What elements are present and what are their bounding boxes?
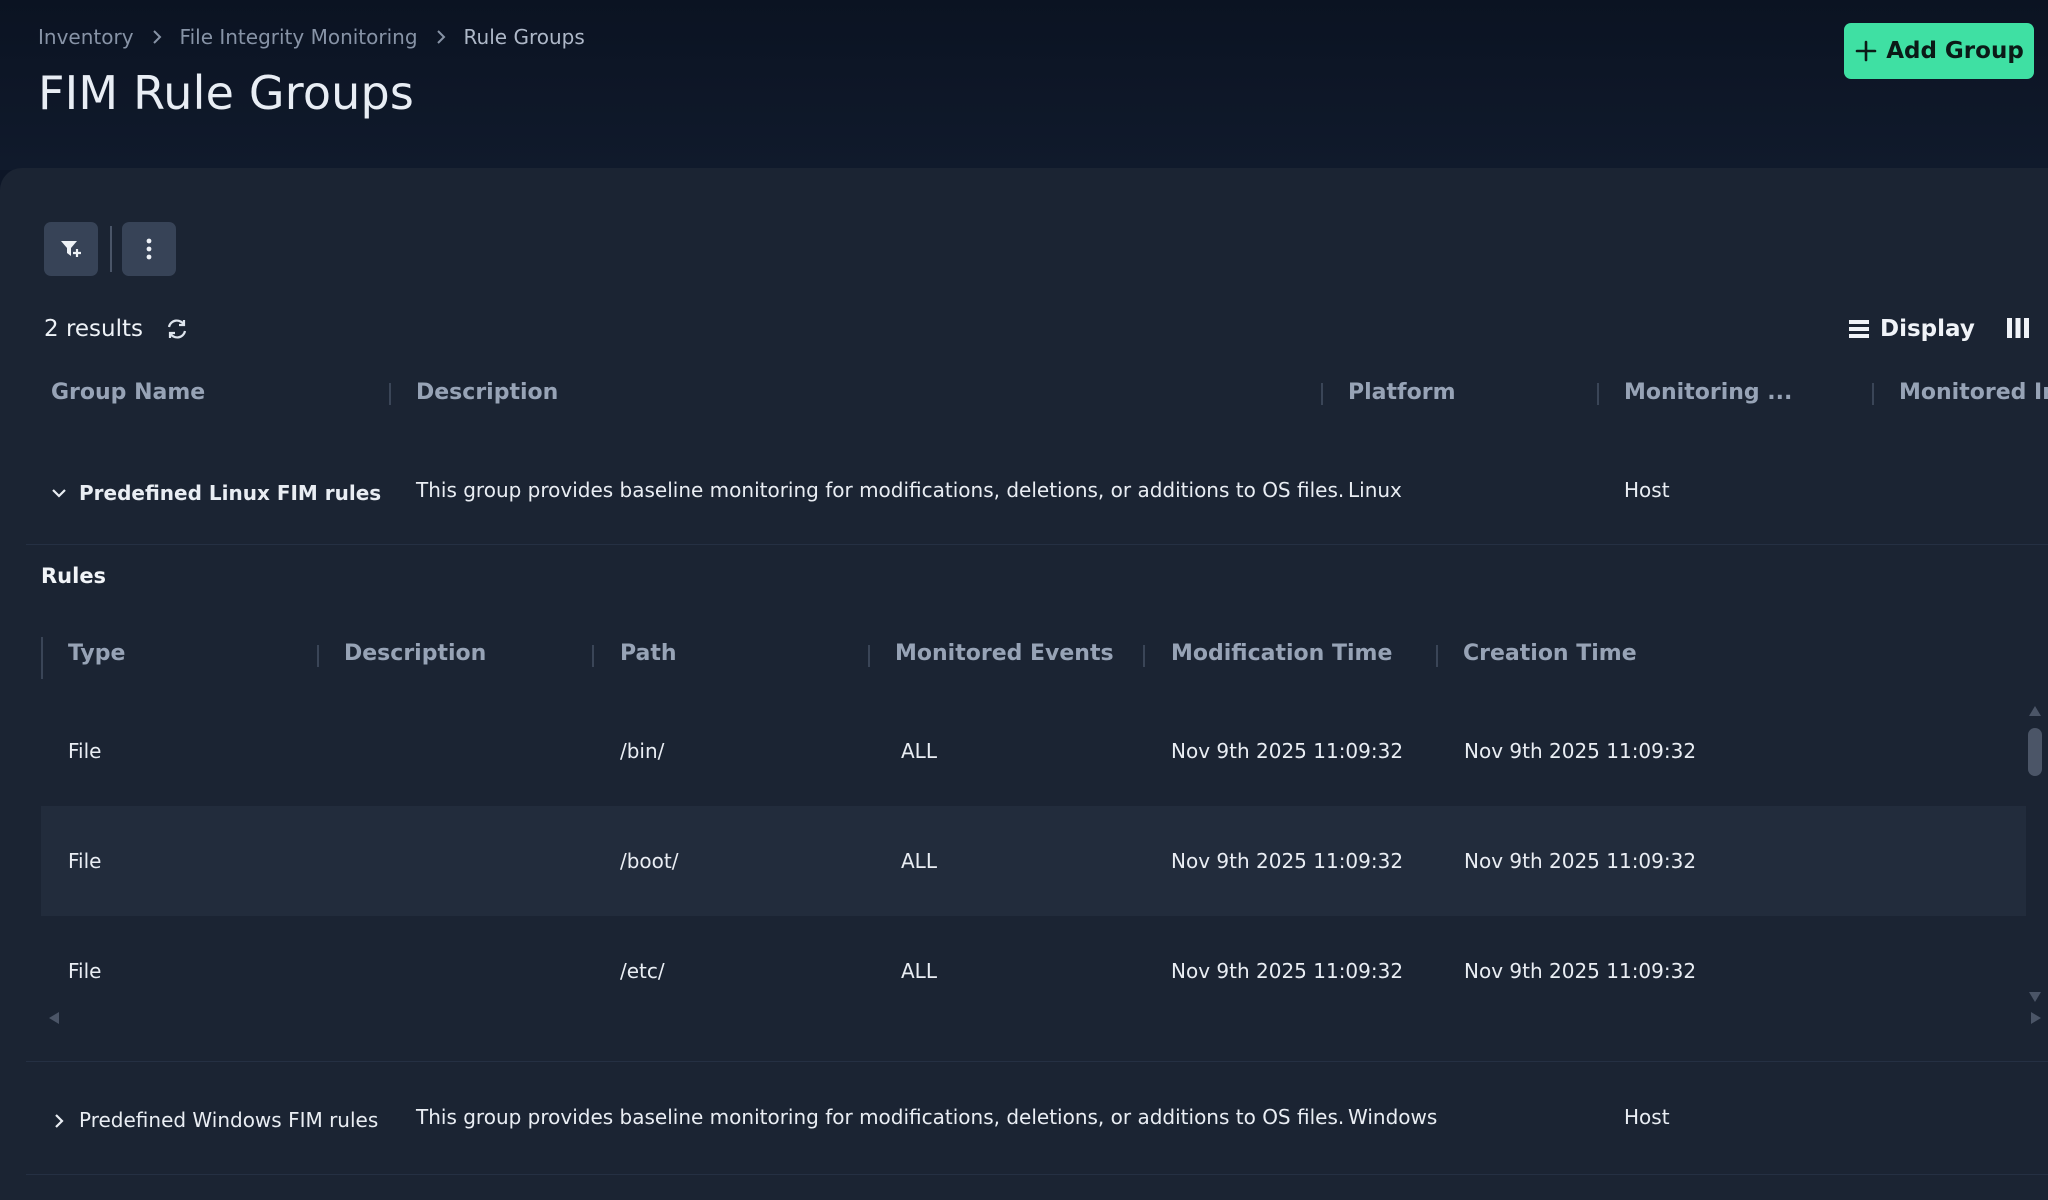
rule-modified: Nov 9th 2025 11:09:32 <box>1171 959 1404 983</box>
col-rule-description[interactable]: Description <box>344 641 486 666</box>
col-creation-time[interactable]: Creation Time <box>1463 641 1637 666</box>
breadcrumb: Inventory File Integrity Monitoring Rule… <box>38 24 585 50</box>
filter-button[interactable] <box>44 222 98 276</box>
col-path[interactable]: Path <box>620 641 677 666</box>
rule-events: ALL <box>901 849 937 873</box>
col-modification-time[interactable]: Modification Time <box>1171 641 1392 666</box>
header: Inventory File Integrity Monitoring Rule… <box>0 0 2048 170</box>
col-type[interactable]: Type <box>68 641 125 666</box>
col-monitored-events[interactable]: Monitored Events <box>895 641 1114 666</box>
group-monitoring: Host <box>1624 478 1670 502</box>
breadcrumb-rule-groups: Rule Groups <box>463 25 585 49</box>
chevron-right-icon <box>436 29 446 45</box>
scroll-left-icon[interactable] <box>48 1010 60 1029</box>
col-monitoring[interactable]: Monitoring ... <box>1624 380 1792 405</box>
group-description: This group provides baseline monitoring … <box>416 1105 1345 1129</box>
column-resize-handle[interactable] <box>41 637 43 679</box>
page-title: FIM Rule Groups <box>38 66 415 120</box>
col-description[interactable]: Description <box>416 380 558 405</box>
column-resize-handle[interactable] <box>317 645 319 667</box>
column-resize-handle[interactable] <box>389 383 391 405</box>
display-label: Display <box>1880 316 1975 342</box>
row-divider <box>26 1061 2048 1062</box>
rule-modified: Nov 9th 2025 11:09:32 <box>1171 739 1404 763</box>
refresh-icon[interactable] <box>165 317 189 341</box>
chevron-right-icon <box>152 29 162 45</box>
group-description: This group provides baseline monitoring … <box>416 478 1345 502</box>
rule-path: /bin/ <box>620 739 665 763</box>
column-resize-handle[interactable] <box>1321 383 1323 405</box>
table-row[interactable]: File /etc/ ALL Nov 9th 2025 11:09:32 Nov… <box>41 916 2026 996</box>
breadcrumb-fim[interactable]: File Integrity Monitoring <box>180 25 418 49</box>
scroll-down-icon[interactable] <box>2028 988 2042 1007</box>
results-count: 2 results <box>44 316 143 342</box>
filter-plus-icon <box>61 241 81 257</box>
table-row[interactable]: File /boot/ ALL Nov 9th 2025 11:09:32 No… <box>41 806 2026 916</box>
chevron-right-icon[interactable] <box>52 1112 66 1130</box>
column-resize-handle[interactable] <box>1143 645 1145 667</box>
toolbar-divider <box>110 226 112 272</box>
scroll-up-icon[interactable] <box>2028 702 2042 721</box>
add-group-label: Add Group <box>1886 38 2024 64</box>
add-group-button[interactable]: Add Group <box>1844 23 2034 79</box>
more-vertical-icon <box>146 238 152 260</box>
column-resize-handle[interactable] <box>1597 383 1599 405</box>
rule-events: ALL <box>901 959 937 983</box>
chevron-down-icon[interactable] <box>50 486 68 500</box>
col-platform[interactable]: Platform <box>1348 380 1456 405</box>
group-monitoring: Host <box>1624 1105 1670 1129</box>
plus-icon <box>1855 40 1877 62</box>
table-row[interactable]: File /bin/ ALL Nov 9th 2025 11:09:32 Nov… <box>41 696 2026 806</box>
rule-created: Nov 9th 2025 11:09:32 <box>1464 739 1697 763</box>
column-resize-handle[interactable] <box>1872 383 1874 405</box>
breadcrumb-inventory[interactable]: Inventory <box>38 25 134 49</box>
content-panel <box>0 168 2048 1200</box>
results-bar: 2 results <box>44 314 189 344</box>
columns-icon[interactable] <box>2006 316 2030 344</box>
rule-path: /etc/ <box>620 959 665 983</box>
list-icon <box>1849 320 1869 338</box>
rule-type: File <box>68 739 102 763</box>
rule-created: Nov 9th 2025 11:09:32 <box>1464 959 1697 983</box>
rule-created: Nov 9th 2025 11:09:32 <box>1464 849 1697 873</box>
group-name[interactable]: Predefined Windows FIM rules <box>79 1108 378 1132</box>
group-name[interactable]: Predefined Linux FIM rules <box>79 481 381 505</box>
rule-type: File <box>68 849 102 873</box>
scroll-right-icon[interactable] <box>2030 1010 2042 1029</box>
display-button[interactable]: Display <box>1848 312 1975 346</box>
col-monitored-images[interactable]: Monitored Im <box>1899 380 2048 405</box>
column-resize-handle[interactable] <box>592 645 594 667</box>
vertical-scrollbar-thumb[interactable] <box>2028 728 2042 776</box>
group-platform: Windows <box>1348 1105 1438 1129</box>
row-divider <box>26 1174 2048 1175</box>
column-resize-handle[interactable] <box>868 645 870 667</box>
column-resize-handle[interactable] <box>1436 645 1438 667</box>
rules-title: Rules <box>41 564 107 588</box>
rule-modified: Nov 9th 2025 11:09:32 <box>1171 849 1404 873</box>
rule-path: /boot/ <box>620 849 679 873</box>
row-divider <box>26 544 2048 545</box>
col-group-name[interactable]: Group Name <box>51 380 205 405</box>
more-options-button[interactable] <box>122 222 176 276</box>
group-platform: Linux <box>1348 478 1402 502</box>
rule-events: ALL <box>901 739 937 763</box>
rule-type: File <box>68 959 102 983</box>
